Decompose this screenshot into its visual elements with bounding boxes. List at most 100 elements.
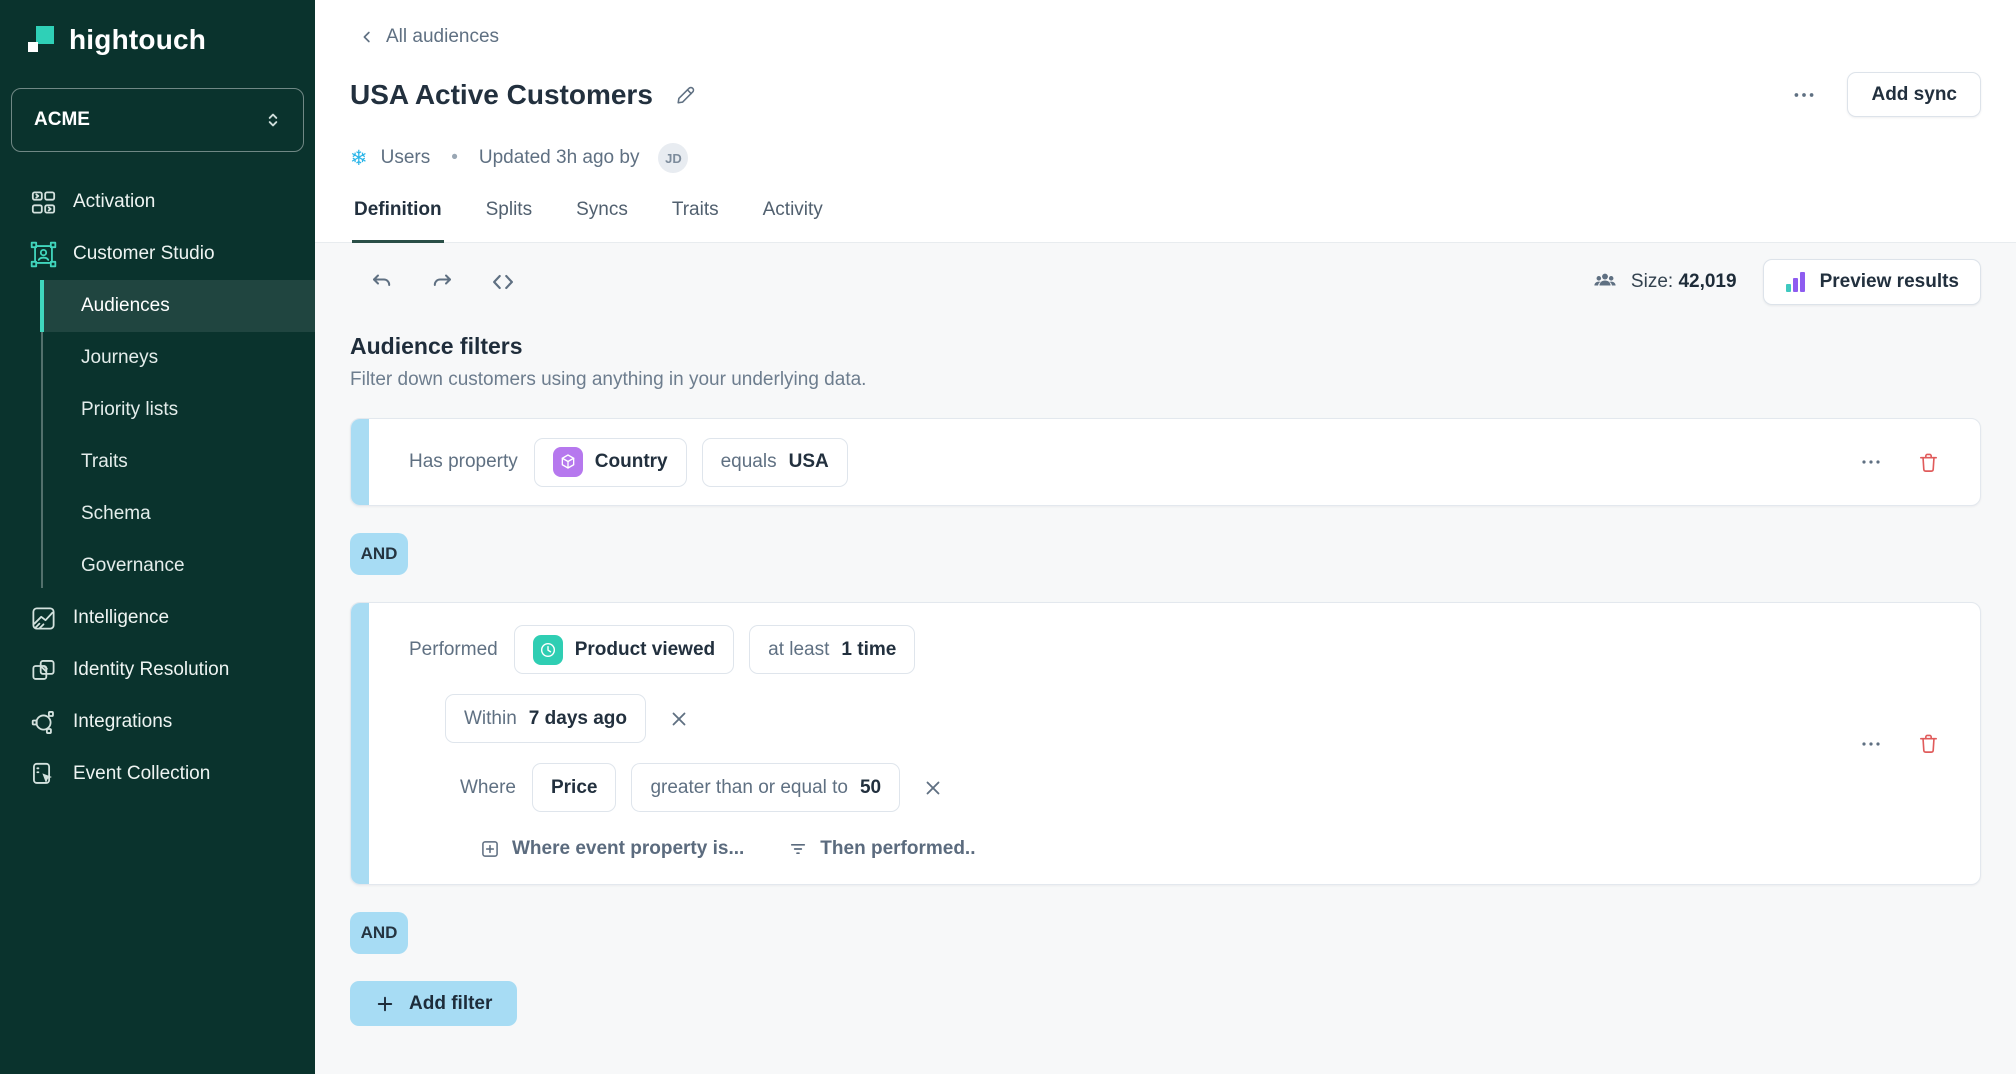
cube-icon bbox=[553, 447, 583, 477]
sidebar-item-customer-studio[interactable]: Customer Studio bbox=[0, 228, 315, 280]
property-filter-card: Has property Country equalsUSA bbox=[350, 418, 1981, 506]
sidebar-item-priority-lists[interactable]: Priority lists bbox=[0, 384, 315, 436]
tab-definition[interactable]: Definition bbox=[352, 199, 444, 243]
tab-syncs[interactable]: Syncs bbox=[574, 199, 630, 243]
identity-resolution-icon bbox=[30, 657, 57, 684]
funnel-lines-icon bbox=[788, 839, 808, 859]
filters-heading: Audience filters bbox=[350, 333, 1981, 360]
bar-chart-icon bbox=[1785, 271, 1807, 293]
add-event-property-label: Where event property is... bbox=[512, 838, 744, 860]
sidebar-item-label: Journeys bbox=[81, 347, 158, 369]
operator-value: USA bbox=[789, 451, 829, 473]
sidebar-item-label: Customer Studio bbox=[73, 243, 215, 265]
sidebar-item-schema[interactable]: Schema bbox=[0, 488, 315, 540]
event-pill[interactable]: Product viewed bbox=[514, 625, 734, 674]
filters-subheading: Filter down customers using anything in … bbox=[350, 369, 1981, 391]
size-label: Size: bbox=[1631, 271, 1673, 292]
main-panel: All audiences USA Active Customers Add s… bbox=[315, 0, 2016, 1074]
sidebar-item-intelligence[interactable]: Intelligence bbox=[0, 592, 315, 644]
undo-icon[interactable] bbox=[370, 270, 394, 294]
sidebar-item-label: Audiences bbox=[81, 295, 170, 317]
sidebar-item-event-collection[interactable]: Event Collection bbox=[0, 748, 315, 800]
sidebar-item-label: Activation bbox=[73, 191, 155, 213]
edit-title-icon[interactable] bbox=[675, 84, 697, 106]
then-performed-button[interactable]: Then performed.. bbox=[788, 838, 975, 860]
where-value: 50 bbox=[860, 777, 881, 799]
close-icon[interactable] bbox=[922, 777, 944, 799]
updated-text: Updated 3h ago by bbox=[479, 147, 640, 169]
activation-icon bbox=[30, 189, 57, 216]
definition-toolbar: Size: 42,019 Preview results bbox=[350, 259, 1981, 305]
filter-more-button[interactable] bbox=[1859, 450, 1883, 474]
filter-more-button[interactable] bbox=[1859, 732, 1883, 756]
sidebar-item-label: Governance bbox=[81, 555, 185, 577]
add-event-property-button[interactable]: Where event property is... bbox=[480, 838, 744, 860]
property-pill[interactable]: Country bbox=[534, 438, 687, 487]
has-property-label: Has property bbox=[409, 451, 518, 473]
snowflake-icon: ❄ bbox=[350, 148, 368, 169]
sidebar-item-traits[interactable]: Traits bbox=[0, 436, 315, 488]
property-name: Country bbox=[595, 451, 668, 473]
workspace-name: ACME bbox=[34, 109, 90, 131]
where-property-pill[interactable]: Price bbox=[532, 763, 616, 812]
sidebar-item-label: Priority lists bbox=[81, 399, 178, 421]
sidebar-item-label: Schema bbox=[81, 503, 151, 525]
sidebar-nav: Activation Customer Studio Audiences Jou… bbox=[0, 176, 315, 800]
redo-icon[interactable] bbox=[430, 270, 454, 294]
clock-icon bbox=[533, 635, 563, 665]
tab-activity[interactable]: Activity bbox=[761, 199, 825, 243]
integrations-icon bbox=[30, 709, 57, 736]
where-property: Price bbox=[551, 777, 597, 799]
sidebar-item-label: Integrations bbox=[73, 711, 172, 733]
preview-results-button[interactable]: Preview results bbox=[1763, 259, 1981, 305]
add-filter-label: Add filter bbox=[409, 993, 492, 1015]
hightouch-logo-text: hightouch bbox=[69, 24, 206, 56]
hightouch-logo: hightouch bbox=[0, 24, 315, 56]
window-value: 7 days ago bbox=[529, 708, 627, 730]
audience-size: Size: 42,019 bbox=[1592, 269, 1737, 295]
close-icon[interactable] bbox=[668, 708, 690, 730]
breadcrumb[interactable]: All audiences bbox=[350, 26, 499, 48]
add-filter-button[interactable]: Add filter bbox=[350, 981, 517, 1026]
sidebar-item-label: Traits bbox=[81, 451, 128, 473]
trash-icon[interactable] bbox=[1917, 732, 1940, 755]
where-operator-pill[interactable]: greater than or equal to50 bbox=[631, 763, 900, 812]
tabs-bar: Definition Splits Syncs Traits Activity bbox=[315, 199, 2016, 243]
sidebar-item-journeys[interactable]: Journeys bbox=[0, 332, 315, 384]
sidebar-item-governance[interactable]: Governance bbox=[0, 540, 315, 592]
workspace-selector[interactable]: ACME bbox=[11, 88, 304, 152]
customer-studio-subnav: Audiences Journeys Priority lists Traits… bbox=[0, 280, 315, 592]
more-actions-button[interactable] bbox=[1791, 82, 1817, 108]
trash-icon[interactable] bbox=[1917, 451, 1940, 474]
time-window-pill[interactable]: Within 7 days ago bbox=[445, 694, 646, 743]
tab-splits[interactable]: Splits bbox=[484, 199, 534, 243]
condition-pill[interactable]: equalsUSA bbox=[702, 438, 848, 487]
sidebar-item-integrations[interactable]: Integrations bbox=[0, 696, 315, 748]
breadcrumb-label: All audiences bbox=[386, 26, 499, 48]
add-sync-button[interactable]: Add sync bbox=[1847, 72, 1981, 117]
and-connector[interactable]: AND bbox=[350, 533, 408, 575]
sidebar-item-label: Event Collection bbox=[73, 763, 210, 785]
chevron-left-icon bbox=[358, 28, 376, 46]
sidebar-item-activation[interactable]: Activation bbox=[0, 176, 315, 228]
tab-traits[interactable]: Traits bbox=[670, 199, 721, 243]
event-filter-card: Performed Product viewed at least1 time … bbox=[350, 602, 1981, 885]
filter-accent-bar bbox=[351, 603, 369, 884]
count-value: 1 time bbox=[841, 639, 896, 661]
page-title: USA Active Customers bbox=[350, 79, 653, 111]
code-view-icon[interactable] bbox=[490, 269, 516, 295]
count-pill[interactable]: at least1 time bbox=[749, 625, 915, 674]
event-name: Product viewed bbox=[575, 639, 715, 661]
preview-results-label: Preview results bbox=[1820, 271, 1959, 293]
then-performed-label: Then performed.. bbox=[820, 838, 975, 860]
sidebar-item-identity-resolution[interactable]: Identity Resolution bbox=[0, 644, 315, 696]
performed-label: Performed bbox=[409, 639, 498, 661]
hightouch-logo-icon bbox=[26, 25, 56, 55]
sidebar-item-label: Intelligence bbox=[73, 607, 169, 629]
window-prefix: Within bbox=[464, 708, 517, 730]
filter-accent-bar bbox=[351, 419, 369, 505]
event-collection-icon bbox=[30, 761, 57, 788]
sidebar-item-audiences[interactable]: Audiences bbox=[0, 280, 315, 332]
source-model-label[interactable]: Users bbox=[381, 147, 431, 169]
and-connector[interactable]: AND bbox=[350, 912, 408, 954]
